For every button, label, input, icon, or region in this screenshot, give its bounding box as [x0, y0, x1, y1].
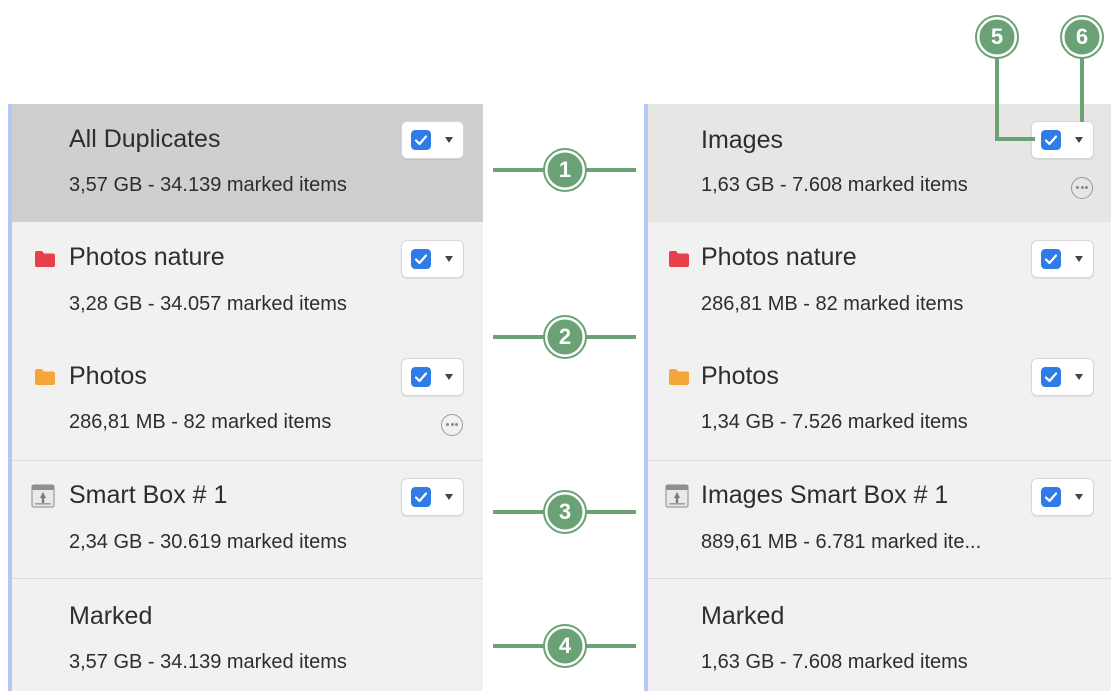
- callout-number: 2: [558, 324, 572, 349]
- list-item-marked[interactable]: Marked 1,63 GB - 7.608 marked items: [648, 579, 1111, 691]
- mark-checkbox-dropdown[interactable]: [1031, 358, 1094, 396]
- list-item-title: Photos: [69, 362, 147, 390]
- list-item-title: Images: [701, 126, 783, 154]
- mark-checkbox-dropdown[interactable]: [401, 358, 464, 396]
- callout-number: 1: [558, 157, 572, 182]
- smart-box-icon: [31, 484, 55, 508]
- orange-folder-icon: [35, 369, 55, 385]
- list-item-title: Photos: [701, 362, 779, 390]
- chevron-down-icon[interactable]: [1075, 137, 1083, 143]
- checkbox-checked-icon[interactable]: [1041, 367, 1061, 387]
- list-item-subtitle: 1,63 GB - 7.608 marked items: [701, 174, 968, 196]
- callout-number: 5: [990, 24, 1004, 49]
- checkbox-checked-icon[interactable]: [1041, 130, 1061, 150]
- left-collection-list: All Duplicates 3,57 GB - 34.139 marked i…: [8, 104, 483, 691]
- red-folder-icon: [669, 251, 689, 267]
- list-item-title: All Duplicates: [69, 125, 221, 153]
- list-item-smart-box[interactable]: Smart Box # 1 2,34 GB - 30.619 marked it…: [12, 461, 483, 578]
- checkbox-checked-icon[interactable]: [411, 130, 431, 150]
- list-item-subtitle: 1,63 GB - 7.608 marked items: [701, 651, 968, 673]
- chevron-down-icon[interactable]: [445, 256, 453, 262]
- list-item-photos-nature[interactable]: Photos nature 286,81 MB - 82 marked item…: [648, 222, 1111, 340]
- list-item-subtitle: 286,81 MB - 82 marked items: [69, 411, 332, 433]
- callout-number: 6: [1075, 24, 1089, 49]
- checkbox-checked-icon[interactable]: [411, 487, 431, 507]
- list-item-title: Photos nature: [69, 243, 225, 271]
- list-item-title: Smart Box # 1: [69, 481, 228, 509]
- checkbox-checked-icon[interactable]: [411, 249, 431, 269]
- list-item-title: Images Smart Box # 1: [701, 481, 949, 509]
- orange-folder-icon: [669, 369, 689, 385]
- list-item-photos[interactable]: Photos 286,81 MB - 82 marked items: [12, 340, 483, 460]
- list-item-photos-nature[interactable]: Photos nature 3,28 GB - 34.057 marked it…: [12, 222, 483, 340]
- ellipsis-circle-icon[interactable]: [1071, 177, 1093, 199]
- list-item-subtitle: 1,34 GB - 7.526 marked items: [701, 411, 968, 433]
- checkbox-checked-icon[interactable]: [1041, 487, 1061, 507]
- list-item-marked[interactable]: Marked 3,57 GB - 34.139 marked items: [12, 579, 483, 691]
- list-item-subtitle: 2,34 GB - 30.619 marked items: [69, 531, 347, 553]
- list-item-title: Marked: [701, 602, 785, 630]
- red-folder-icon: [35, 251, 55, 267]
- chevron-down-icon[interactable]: [445, 137, 453, 143]
- checkbox-checked-icon[interactable]: [411, 367, 431, 387]
- list-item-title: Marked: [69, 602, 153, 630]
- list-item-subtitle: 3,57 GB - 34.139 marked items: [69, 651, 347, 673]
- list-item-title: Photos nature: [701, 243, 857, 271]
- mark-checkbox-dropdown[interactable]: [1031, 478, 1094, 516]
- list-item-images[interactable]: Images 1,63 GB - 7.608 marked items: [648, 104, 1111, 222]
- list-item-all-duplicates[interactable]: All Duplicates 3,57 GB - 34.139 marked i…: [12, 104, 483, 222]
- list-item-photos[interactable]: Photos 1,34 GB - 7.526 marked items: [648, 340, 1111, 460]
- list-item-subtitle: 3,28 GB - 34.057 marked items: [69, 293, 347, 315]
- checkbox-checked-icon[interactable]: [1041, 249, 1061, 269]
- chevron-down-icon[interactable]: [1075, 374, 1083, 380]
- list-item-subtitle: 286,81 MB - 82 marked items: [701, 293, 964, 315]
- callout-number: 4: [558, 633, 572, 658]
- chevron-down-icon[interactable]: [1075, 256, 1083, 262]
- mark-checkbox-dropdown[interactable]: [401, 478, 464, 516]
- mark-checkbox-dropdown[interactable]: [1031, 240, 1094, 278]
- ellipsis-circle-icon[interactable]: [441, 414, 463, 436]
- chevron-down-icon[interactable]: [1075, 494, 1083, 500]
- right-collection-list: Images 1,63 GB - 7.608 marked items Phot…: [644, 104, 1111, 691]
- mark-checkbox-dropdown[interactable]: [1031, 121, 1094, 159]
- list-item-subtitle: 3,57 GB - 34.139 marked items: [69, 174, 347, 196]
- mark-checkbox-dropdown[interactable]: [401, 240, 464, 278]
- chevron-down-icon[interactable]: [445, 494, 453, 500]
- list-item-subtitle: 889,61 MB - 6.781 marked ite...: [701, 531, 982, 553]
- smart-box-icon: [665, 484, 689, 508]
- callout-number: 3: [558, 499, 572, 524]
- mark-checkbox-dropdown[interactable]: [401, 121, 464, 159]
- list-item-images-smart-box[interactable]: Images Smart Box # 1 889,61 MB - 6.781 m…: [648, 461, 1111, 578]
- chevron-down-icon[interactable]: [445, 374, 453, 380]
